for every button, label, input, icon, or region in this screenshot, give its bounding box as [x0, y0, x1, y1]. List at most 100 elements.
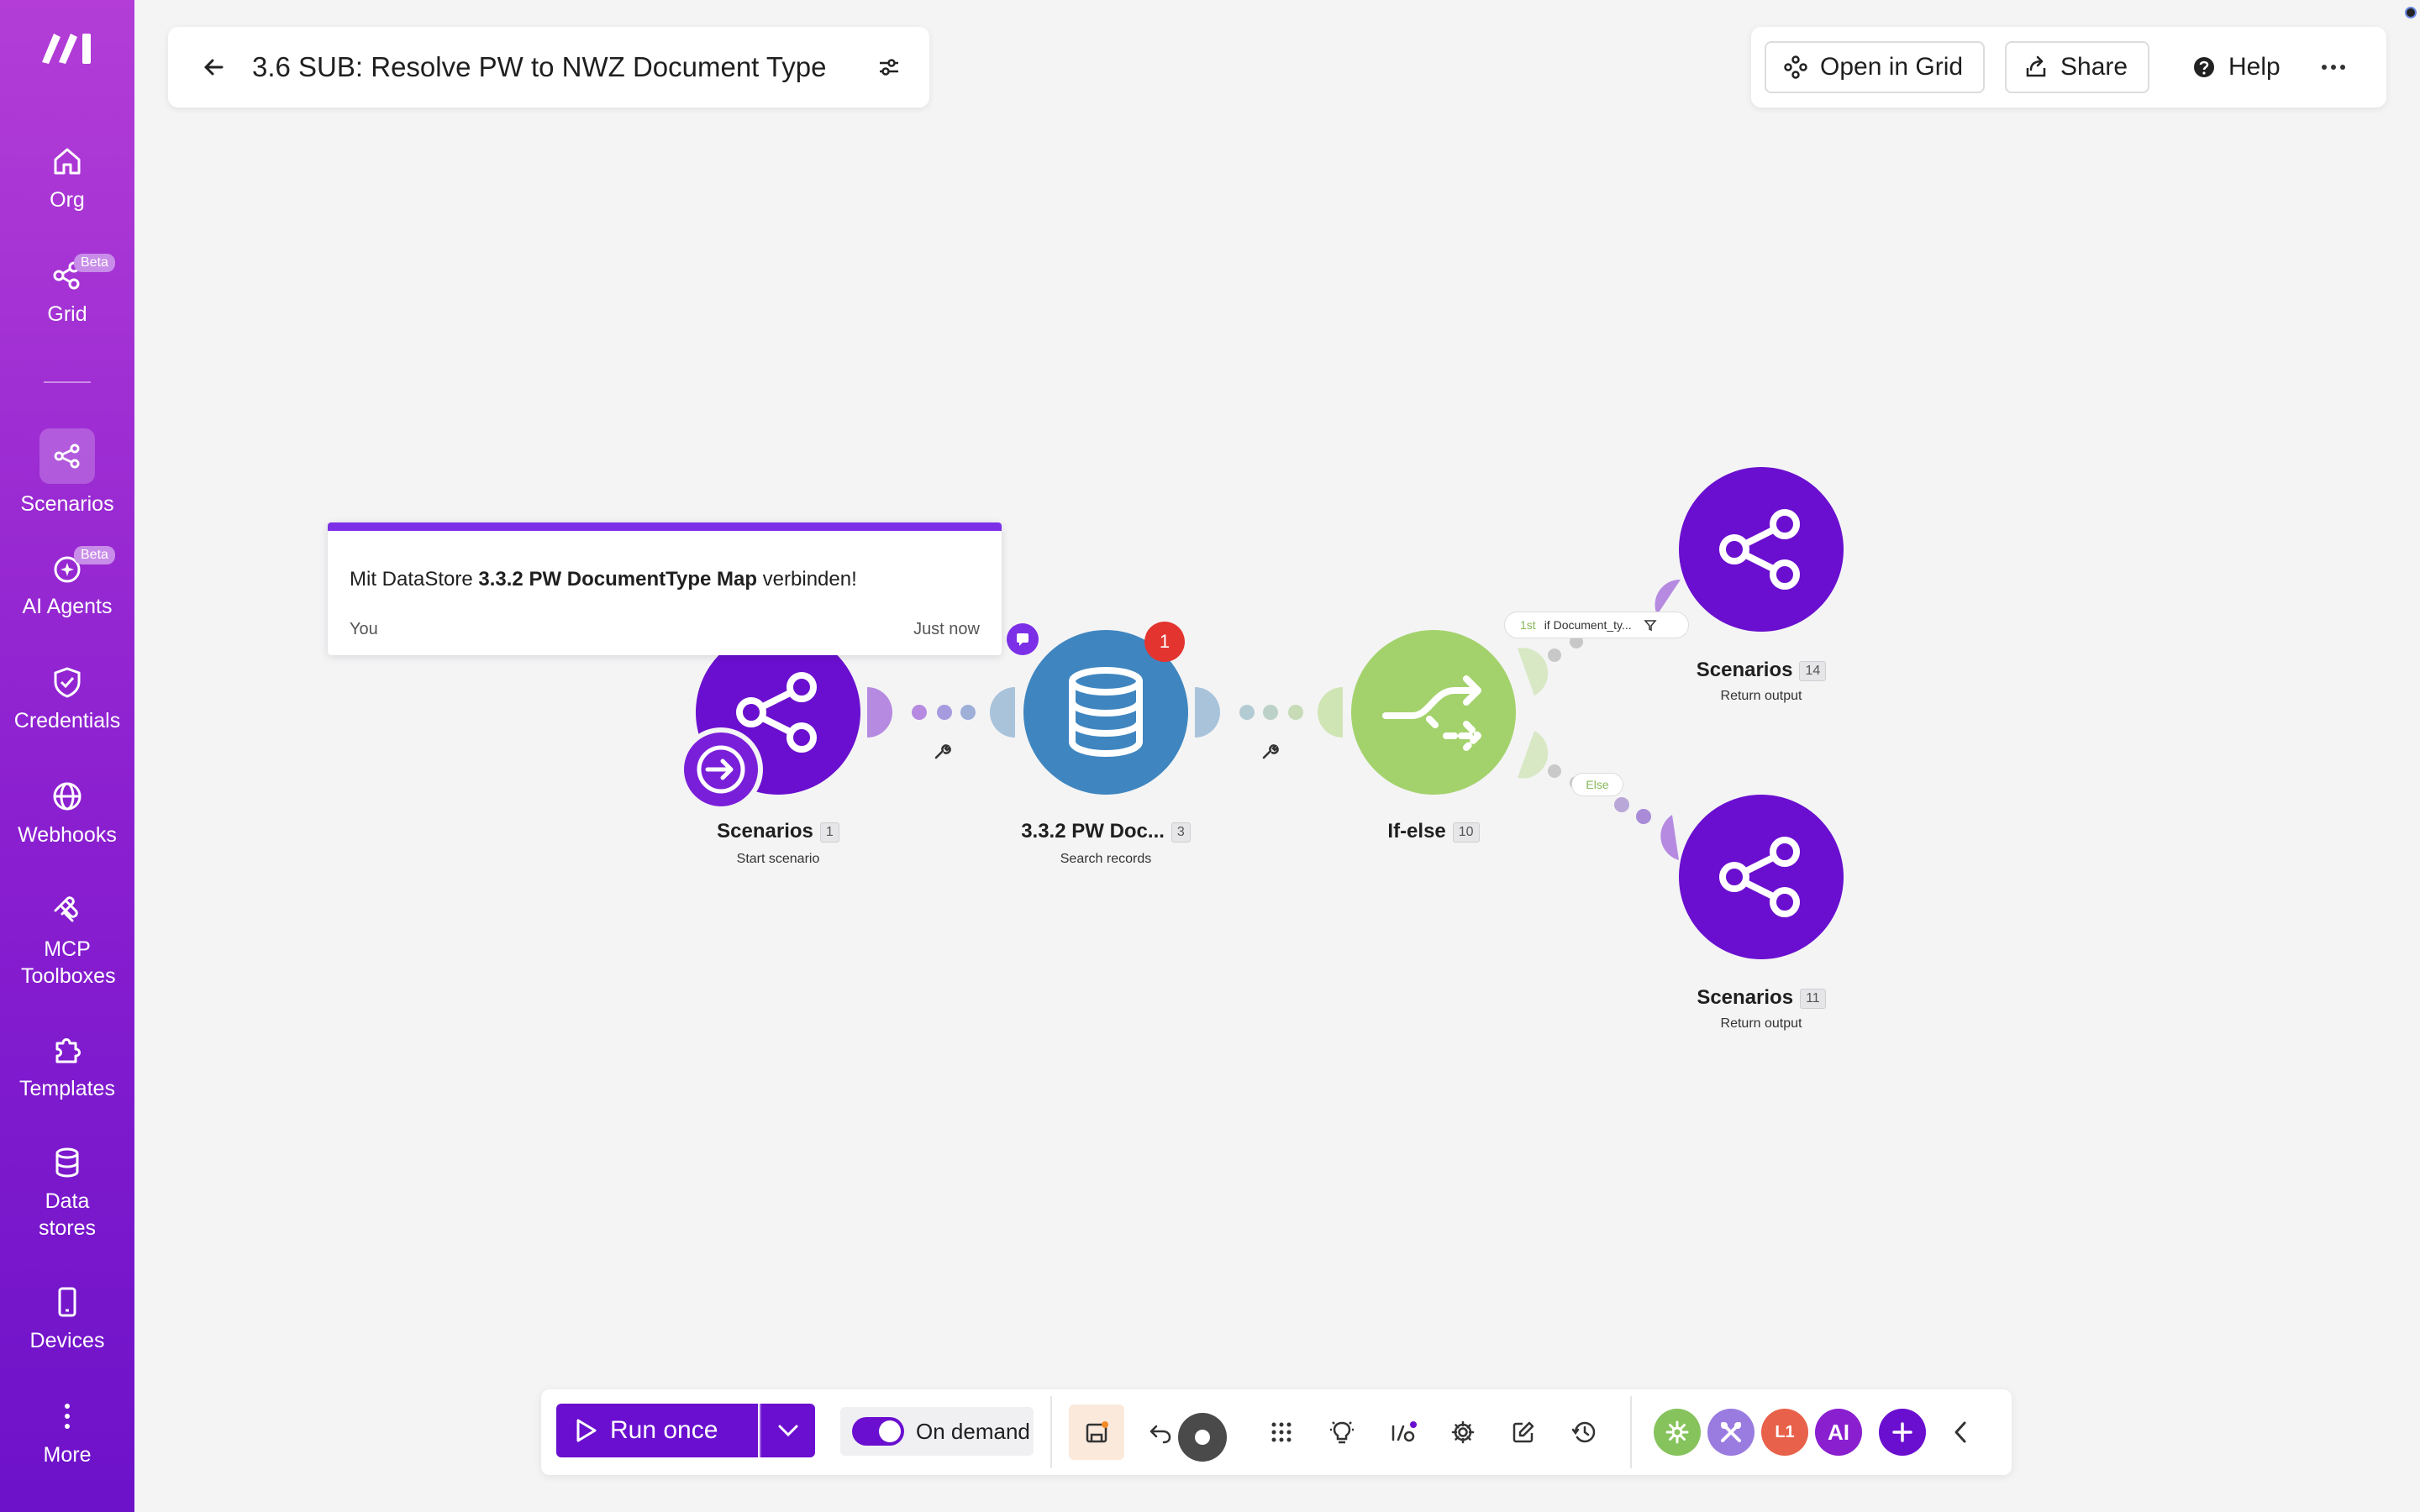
database-node-icon: [1069, 667, 1143, 758]
explain-flow-button[interactable]: [1321, 1411, 1363, 1453]
module-name: If-else: [1387, 820, 1446, 843]
module-if-else[interactable]: [1351, 630, 1516, 795]
note-text-prefix: Mit DataStore: [350, 568, 479, 591]
toolbar-divider: [1630, 1396, 1632, 1468]
module-11-in-port[interactable]: [1660, 815, 1679, 860]
io-icon: [1392, 1421, 1417, 1442]
gear-icon: [1451, 1420, 1475, 1444]
module-label: If-else 10: [1349, 820, 1518, 843]
module-2-in-port[interactable]: [990, 687, 1015, 738]
io-button[interactable]: [1381, 1411, 1423, 1453]
if-else-out-port-2[interactable]: [1518, 731, 1549, 779]
cursor-indicator: [1178, 1413, 1227, 1462]
edit-note-icon: [1512, 1421, 1534, 1443]
route-condition: if Document_ty...: [1544, 618, 1632, 632]
module-14-in-port[interactable]: [1655, 579, 1681, 615]
module-1-out-port[interactable]: [867, 687, 892, 738]
route-filter-else[interactable]: Else: [1571, 773, 1623, 796]
wrench-icon[interactable]: [934, 744, 951, 759]
if-else-icon: [1382, 675, 1481, 751]
save-icon: [1086, 1421, 1108, 1443]
wrench-icon[interactable]: [1262, 744, 1279, 759]
history-button[interactable]: [1563, 1411, 1605, 1453]
module-scenarios-return-11[interactable]: [1679, 795, 1844, 959]
note-card[interactable]: Mit DataStore 3.3.2 PW DocumentType Map …: [328, 522, 1002, 655]
module-scenarios-return-14[interactable]: [1679, 467, 1844, 632]
note-text-bold: 3.3.2 PW DocumentType Map: [478, 568, 758, 591]
connection-dot: [1263, 705, 1278, 720]
comment-icon: [1017, 633, 1028, 646]
notification-badge: 1: [1144, 622, 1185, 662]
schedule-toggle[interactable]: On demand: [840, 1407, 1034, 1456]
module-number: 3: [1171, 822, 1191, 843]
chevron-down-icon: [778, 1425, 798, 1437]
undo-icon: [1150, 1425, 1171, 1444]
share-node-icon: [1719, 837, 1800, 917]
module-subtitle: Search records: [1060, 852, 1152, 866]
module-label: 3.3.2 PW Doc... 3: [1005, 820, 1207, 843]
connection-dot: [1614, 797, 1629, 812]
run-options-dropdown[interactable]: [760, 1404, 815, 1457]
module-number: 14: [1799, 660, 1827, 681]
scenario-settings-icon-button[interactable]: [1442, 1411, 1484, 1453]
module-name: Scenarios: [717, 820, 813, 843]
toolbar-divider: [1050, 1396, 1052, 1468]
play-icon: [576, 1419, 597, 1442]
plus-icon: [1892, 1422, 1912, 1442]
connection-dot: [937, 705, 952, 720]
connection-dot: [960, 705, 976, 720]
module-subtitle: Return output: [1720, 689, 1802, 703]
module-number: 11: [1800, 988, 1826, 1009]
module-number: 1: [819, 822, 839, 843]
connections-layer: [867, 579, 1681, 860]
text-parser-app-button[interactable]: L1: [1761, 1409, 1808, 1456]
history-icon: [1571, 1421, 1596, 1443]
tools-icon: [1721, 1422, 1741, 1442]
note-text-suffix: verbinden!: [757, 568, 857, 591]
schedule-label: On demand: [916, 1418, 1030, 1444]
module-label: Scenarios 1: [694, 820, 862, 843]
note-indicator[interactable]: [1007, 623, 1039, 655]
note-author: You: [350, 620, 378, 638]
auto-align-button[interactable]: [1260, 1411, 1302, 1453]
share-node-icon: [1719, 509, 1800, 590]
gear-icon: [1665, 1420, 1689, 1444]
if-else-in-port[interactable]: [1318, 687, 1343, 738]
tools-app-button[interactable]: [1654, 1409, 1701, 1456]
chevron-left-icon: [1954, 1421, 1966, 1443]
module-label: Scenarios 11: [1677, 986, 1845, 1010]
run-once-label: Run once: [610, 1416, 718, 1444]
notes-button[interactable]: [1502, 1411, 1544, 1453]
module-subtitle: Return output: [1720, 1016, 1802, 1031]
toggle-switch[interactable]: [852, 1417, 904, 1446]
flow-control-app-button[interactable]: [1707, 1409, 1754, 1456]
route-order-tag: 1st: [1520, 618, 1536, 632]
module-name: Scenarios: [1696, 659, 1793, 681]
undo-button[interactable]: [1139, 1411, 1181, 1453]
filter-icon: [1644, 620, 1657, 632]
connection-dot: [1636, 809, 1651, 824]
connection-dot: [1288, 705, 1303, 720]
connection-dot: [1239, 705, 1255, 720]
cursor-dot: [1195, 1430, 1210, 1445]
bottom-toolbar: Run once On demand L1 AI: [541, 1389, 2012, 1475]
connection-dot: [912, 705, 927, 720]
route-filter-first[interactable]: 1st if Document_ty...: [1504, 612, 1689, 638]
arrow-right-circle-icon: [697, 745, 745, 794]
note-text: Mit DataStore 3.3.2 PW DocumentType Map …: [350, 568, 857, 591]
add-module-button[interactable]: [1879, 1409, 1926, 1456]
module-name: 3.3.2 PW Doc...: [1021, 820, 1165, 843]
dots-grid-icon: [1271, 1422, 1292, 1442]
if-else-out-port-1[interactable]: [1518, 648, 1549, 696]
run-once-button[interactable]: Run once: [556, 1404, 758, 1457]
module-label: Scenarios 14: [1677, 659, 1845, 682]
module-subtitle: Start scenario: [736, 852, 820, 866]
trigger-badge[interactable]: [679, 727, 763, 811]
collapse-toolbar-button[interactable]: [1939, 1411, 1981, 1453]
save-button[interactable]: [1069, 1404, 1124, 1460]
ai-app-button[interactable]: AI: [1815, 1409, 1862, 1456]
module-number: 10: [1452, 822, 1480, 843]
module-2-out-port[interactable]: [1195, 687, 1220, 738]
lightbulb-icon: [1330, 1421, 1354, 1444]
connection-dot: [1548, 648, 1561, 662]
